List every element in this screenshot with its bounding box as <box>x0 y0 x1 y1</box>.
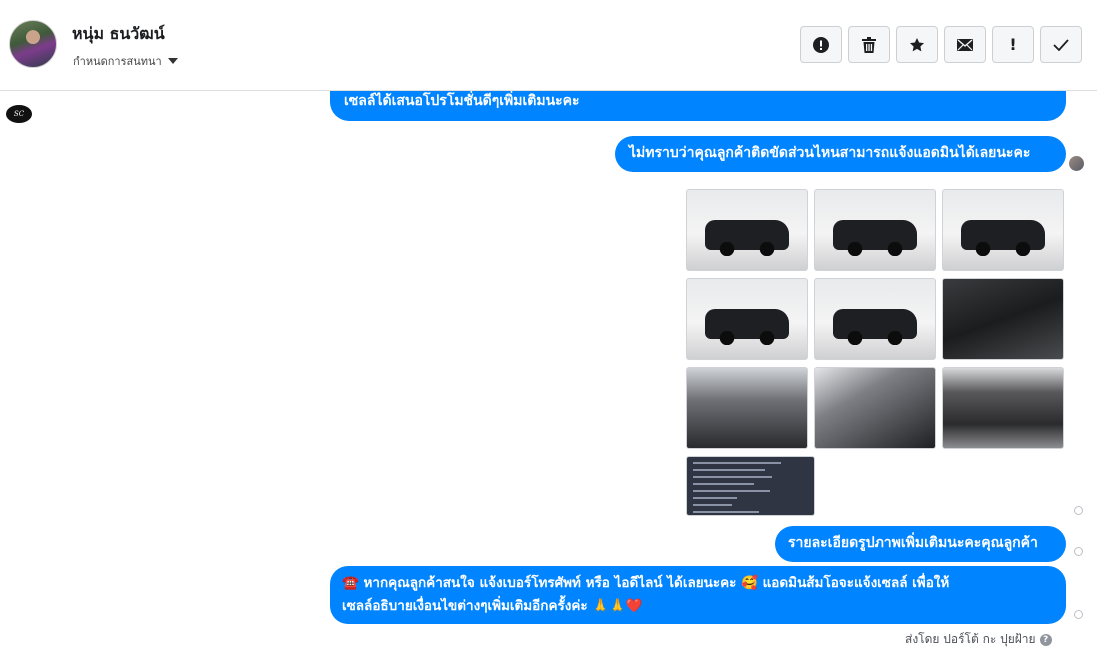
delete-button[interactable] <box>848 26 890 63</box>
delivered-check-icon <box>1074 610 1083 619</box>
check-icon <box>1053 38 1069 51</box>
photo-attachment[interactable] <box>814 189 936 271</box>
trash-icon <box>862 36 876 53</box>
exclamation-icon: ! <box>1009 35 1017 54</box>
message-text: รายละเอียดรูปภาพเพิ่มเติมนะคะคุณลูกค้า <box>788 535 1038 551</box>
photo-attachment[interactable] <box>686 456 815 516</box>
contact-name[interactable]: หนุ่ม ธนวัฒน์ <box>72 22 165 47</box>
seen-receipt-avatar <box>1069 156 1084 171</box>
photo-attachment[interactable] <box>686 189 808 271</box>
mail-button[interactable] <box>944 26 986 63</box>
star-button[interactable] <box>896 26 938 63</box>
caret-down-icon <box>167 58 178 64</box>
report-button[interactable] <box>800 26 842 63</box>
envelope-icon <box>957 38 973 51</box>
mark-done-button[interactable] <box>1040 26 1082 63</box>
message-bubble[interactable]: รายละเอียดรูปภาพเพิ่มเติมนะคะคุณลูกค้า <box>775 526 1066 562</box>
delivered-check-icon <box>1074 547 1083 556</box>
message-bubble[interactable]: เซลล์ได้เสนอโปรโมชั่นดีๆเพิ่มเติมนะคะ <box>330 91 1066 121</box>
message-bubble[interactable]: ☎️ หากคุณลูกค้าสนใจ แจ้งเบอร์โทรศัพท์ หร… <box>330 566 1066 624</box>
photo-attachment[interactable] <box>814 278 936 360</box>
message-thread: SC เซลล์ได้เสนอโปรโมชั่นดีๆเพิ่มเติมนะคะ… <box>0 91 1097 668</box>
conversation-settings-dropdown[interactable]: กำหนดการสนทนา <box>73 52 178 70</box>
message-bubble[interactable]: ไม่ทราบว่าคุณลูกค้าติดขัดส่วนไหนสามารถแจ… <box>615 136 1066 172</box>
photo-attachment[interactable] <box>942 189 1064 271</box>
conversation-header: หนุ่ม ธนวัฒน์ กำหนดการสนทนา ! <box>0 0 1097 91</box>
sent-by-text: ส่งโดย ปอร์โต้ กะ ปุยฝ้าย <box>905 632 1036 646</box>
contact-avatar[interactable] <box>9 20 57 68</box>
conversation-toolbar: ! <box>800 26 1082 63</box>
message-text-line: เซลล์อธิบายเงื่อนไขต่างๆเพิ่มเติมอีกครั้… <box>342 598 643 614</box>
page-avatar: SC <box>6 105 32 123</box>
conversation-settings-label: กำหนดการสนทนา <box>73 55 162 68</box>
alert-circle-icon <box>813 36 829 53</box>
message-text: ไม่ทราบว่าคุณลูกค้าติดขัดส่วนไหนสามารถแจ… <box>629 145 1031 161</box>
photo-attachment[interactable] <box>942 278 1064 360</box>
help-icon[interactable]: ? <box>1039 633 1052 646</box>
delivered-check-icon <box>1074 506 1083 515</box>
document-preview <box>693 462 803 515</box>
star-icon <box>910 37 924 51</box>
photo-attachment[interactable] <box>942 367 1064 449</box>
sent-by-label: ส่งโดย ปอร์โต้ กะ ปุยฝ้าย ? <box>905 630 1052 649</box>
mark-important-button[interactable]: ! <box>992 26 1034 63</box>
photo-attachment[interactable] <box>814 367 936 449</box>
photo-attachment[interactable] <box>686 278 808 360</box>
message-text-line: ☎️ หากคุณลูกค้าสนใจ แจ้งเบอร์โทรศัพท์ หร… <box>342 575 950 591</box>
photo-attachment[interactable] <box>686 367 808 449</box>
message-text: เซลล์ได้เสนอโปรโมชั่นดีๆเพิ่มเติมนะคะ <box>344 93 580 109</box>
